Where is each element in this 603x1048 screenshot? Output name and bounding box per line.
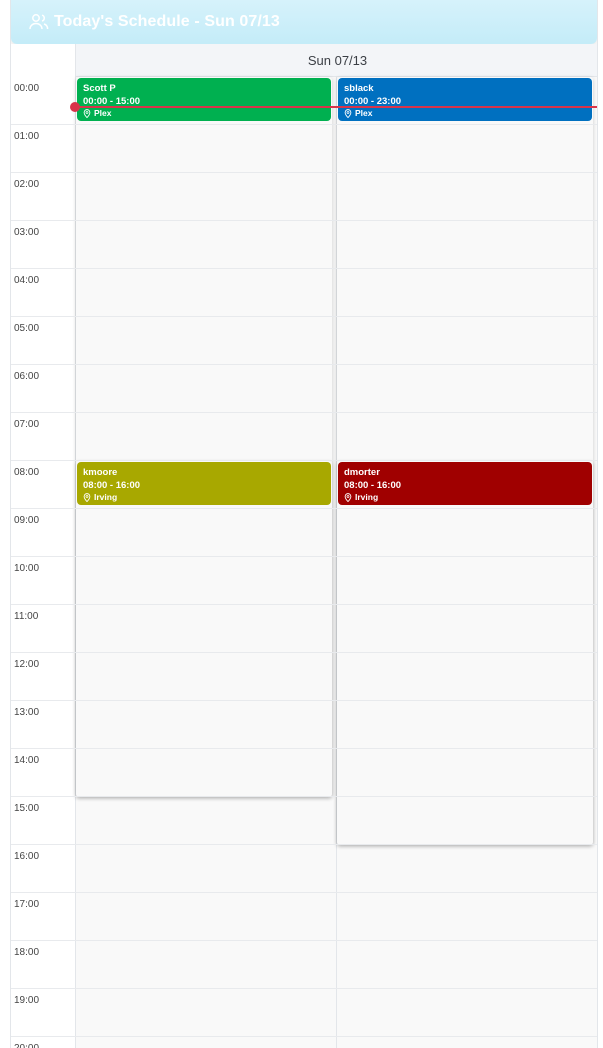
shift-location: Plex <box>83 108 325 119</box>
shift-time: 08:00 - 16:00 <box>83 480 141 491</box>
hour-gridline <box>11 796 597 797</box>
hour-gridline <box>11 988 597 989</box>
employee-name: kmoore <box>83 467 118 478</box>
shift-location: Plex <box>344 108 586 119</box>
hour-gridline <box>11 1036 597 1037</box>
hour-gridline <box>11 220 597 221</box>
current-time-line <box>75 106 597 108</box>
map-pin-icon <box>344 493 352 502</box>
employee-name: Scott P <box>83 83 116 94</box>
shift-event-card[interactable]: dmorter 08:00 - 16:00 Irving <box>338 462 592 505</box>
time-label: 18:00 <box>14 947 40 958</box>
time-label: 06:00 <box>14 371 40 382</box>
hour-gridline <box>11 364 597 365</box>
shift-event-card[interactable]: sblack 00:00 - 23:00 Plex <box>338 78 592 121</box>
time-label: 19:00 <box>14 995 40 1006</box>
location-label: Irving <box>94 492 118 502</box>
time-label: 15:00 <box>14 803 40 814</box>
time-label: 02:00 <box>14 179 40 190</box>
schedule-header: Today's Schedule - Sun 07/13 <box>11 0 597 44</box>
map-pin-icon <box>344 109 352 118</box>
map-pin-icon <box>83 493 91 502</box>
hour-gridline <box>11 700 597 701</box>
users-icon <box>29 13 49 31</box>
day-column-header: Sun 07/13 <box>75 44 597 77</box>
hour-gridline <box>11 556 597 557</box>
location-label: Irving <box>355 492 379 502</box>
employee-name: sblack <box>344 83 374 94</box>
hour-gridline <box>11 748 597 749</box>
hour-gridline <box>11 844 597 845</box>
time-label: 10:00 <box>14 563 40 574</box>
time-label: 04:00 <box>14 275 40 286</box>
time-label: 20:00 <box>14 1043 39 1048</box>
page-title: Today's Schedule - Sun 07/13 <box>54 13 280 30</box>
time-axis: 00:00 01:00 02:00 03:00 04:00 05:00 06:00 07:00… <box>11 77 76 1048</box>
time-label: 03:00 <box>14 227 40 238</box>
schedule-panel: Today's Schedule - Sun 07/13 Sun 07/13 0… <box>10 0 598 1048</box>
location-label: Plex <box>94 108 112 118</box>
shift-event-card[interactable]: kmoore 08:00 - 16:00 Irving <box>77 462 331 505</box>
time-label: 16:00 <box>14 851 40 862</box>
schedule-grid: Scott P 00:00 - 15:00 Plex sblack 00:00 - 23… <box>75 77 597 1048</box>
hour-gridline <box>11 172 597 173</box>
time-label: 11:00 <box>14 611 39 622</box>
employee-name: dmorter <box>344 467 380 478</box>
time-label: 12:00 <box>14 659 40 670</box>
time-label: 09:00 <box>14 515 40 526</box>
time-label: 00:00 <box>14 83 40 94</box>
hour-gridline <box>11 940 597 941</box>
shift-block[interactable] <box>337 461 593 845</box>
hour-gridline <box>11 124 597 125</box>
shift-time: 08:00 - 16:00 <box>344 480 402 491</box>
shift-location: Irving <box>83 492 325 503</box>
hour-gridline <box>11 316 597 317</box>
map-pin-icon <box>83 109 91 118</box>
time-column-header <box>11 44 75 78</box>
hour-gridline <box>11 508 597 509</box>
time-label: 07:00 <box>14 419 40 430</box>
time-label: 14:00 <box>14 755 40 766</box>
current-time-dot <box>70 102 80 112</box>
shift-location: Irving <box>344 492 586 503</box>
time-label: 01:00 <box>14 131 40 142</box>
hour-gridline <box>11 268 597 269</box>
time-label: 13:00 <box>14 707 40 718</box>
time-label: 05:00 <box>14 323 40 334</box>
shift-block[interactable] <box>76 461 332 797</box>
hour-gridline <box>11 604 597 605</box>
hour-gridline <box>11 892 597 893</box>
location-label: Plex <box>355 108 373 118</box>
hour-gridline <box>11 652 597 653</box>
hour-gridline <box>11 412 597 413</box>
time-label: 08:00 <box>14 467 40 478</box>
shift-event-card[interactable]: Scott P 00:00 - 15:00 Plex <box>77 78 331 121</box>
hour-gridline <box>11 460 597 461</box>
time-label: 17:00 <box>14 899 40 910</box>
